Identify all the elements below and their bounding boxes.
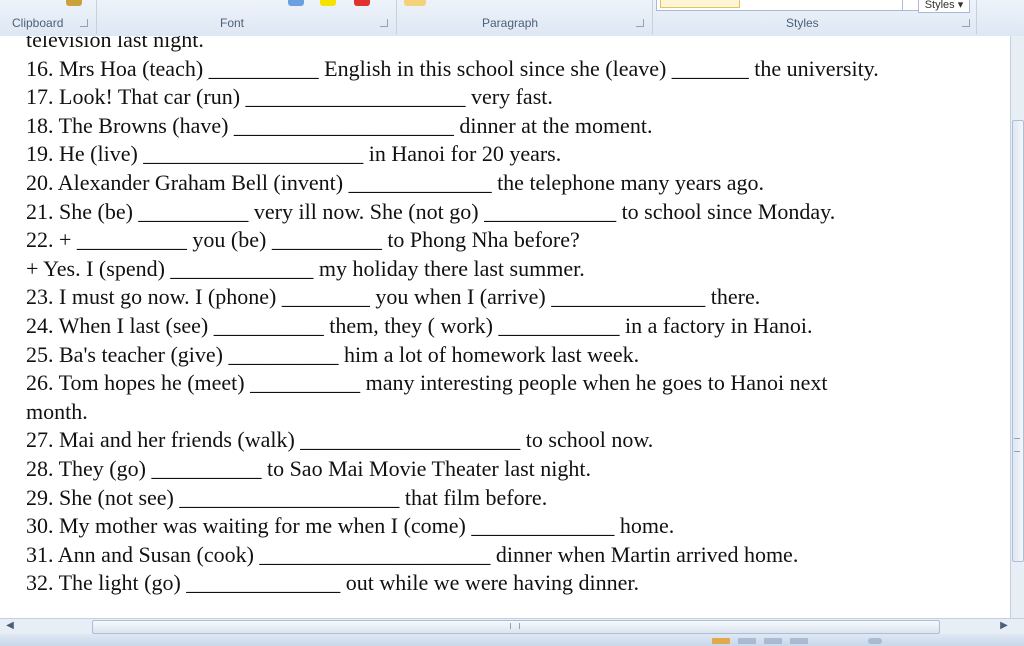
document-line: 26. Tom hopes he (meet) __________ many …: [26, 370, 828, 396]
group-separator: [96, 0, 97, 34]
zoom-slider-icon[interactable]: [868, 638, 882, 644]
document-line: 22. + __________ you (be) __________ to …: [26, 227, 580, 253]
paragraph-group-label: Paragraph: [482, 16, 539, 30]
view-mode-icon[interactable]: [764, 638, 782, 644]
document-page[interactable]: television last night. 16. Mrs Hoa (teac…: [0, 36, 1010, 618]
scroll-grip-icon: [1014, 438, 1020, 452]
document-line: 23. I must go now. I (phone) ________ yo…: [26, 284, 761, 310]
scroll-right-arrow-icon[interactable]: ▶: [998, 620, 1010, 632]
document-line: 18. The Browns (have) __________________…: [26, 112, 653, 138]
ribbon: Clipboard Font Paragraph Styles ▾ Styles: [0, 0, 1024, 37]
document-line: month.: [26, 398, 88, 424]
document-line: 31. Ann and Susan (cook) _______________…: [26, 541, 799, 567]
document-line: 25. Ba's teacher (give) __________ him a…: [26, 341, 640, 367]
document-line: + Yes. I (spend) _____________ my holida…: [26, 255, 585, 281]
document-line: 24. When I last (see) __________ them, t…: [26, 313, 813, 338]
scroll-left-arrow-icon[interactable]: ◀: [4, 620, 16, 632]
vertical-scroll-thumb[interactable]: [1012, 120, 1024, 562]
paragraph-launcher-icon[interactable]: [636, 19, 644, 27]
document-line: 27. Mai and her friends (walk) _________…: [26, 427, 654, 453]
font-launcher-icon[interactable]: [380, 19, 388, 27]
highlight-color-icon[interactable]: [320, 0, 336, 6]
document-line: 21. She (be) __________ very ill now. Sh…: [26, 198, 836, 224]
document-line: 16. Mrs Hoa (teach) __________ English i…: [26, 55, 879, 81]
view-mode-icon[interactable]: [790, 638, 808, 644]
document-line: 20. Alexander Graham Bell (invent) _____…: [26, 170, 765, 195]
styles-launcher-icon[interactable]: [962, 19, 970, 27]
shading-icon[interactable]: [404, 0, 426, 6]
group-separator: [396, 0, 397, 34]
clipboard-group-label: Clipboard: [12, 16, 64, 30]
styles-gallery-more-button[interactable]: [902, 0, 917, 10]
view-mode-icon[interactable]: [712, 638, 730, 644]
font-group-label: Font: [220, 16, 245, 30]
document-line: 32. The light (go) ______________ out wh…: [26, 570, 640, 596]
format-painter-icon[interactable]: [66, 0, 82, 6]
document-line: 28. They (go) __________ to Sao Mai Movi…: [26, 456, 591, 481]
text-highlight-icon[interactable]: [288, 0, 304, 6]
group-separator: [976, 0, 977, 34]
document-line: 17. Look! That car (run) _______________…: [26, 84, 553, 110]
view-mode-icon[interactable]: [738, 638, 756, 644]
styles-group-label: Styles: [786, 16, 819, 30]
group-separator: [652, 0, 653, 34]
quick-style-normal[interactable]: [660, 0, 740, 8]
document-line: 19. He (live) ____________________ in Ha…: [26, 141, 562, 167]
clipboard-launcher-icon[interactable]: [80, 19, 88, 27]
document-line: 30. My mother was waiting for me when I …: [26, 513, 675, 539]
scroll-grip-icon: [510, 623, 520, 629]
font-color-icon[interactable]: [354, 0, 370, 6]
document-line: 29. She (not see) ____________________ t…: [26, 484, 548, 510]
change-styles-button[interactable]: Styles ▾: [918, 0, 970, 13]
document-line: television last night.: [26, 36, 204, 52]
